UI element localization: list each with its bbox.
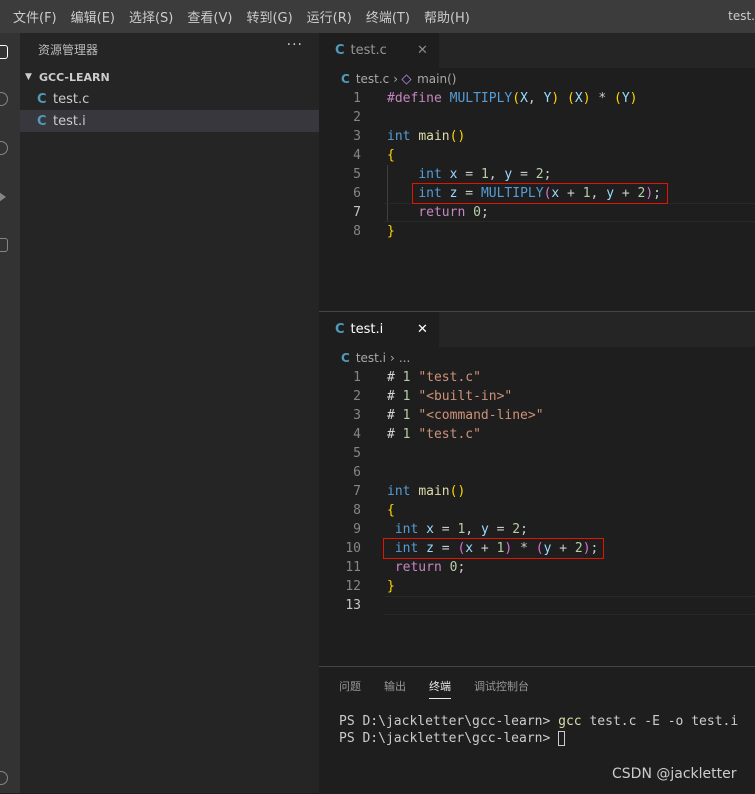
code-line: 9 int x = 1, y = 2;: [353, 522, 528, 537]
breadcrumb: C test.c › main(): [319, 68, 755, 90]
tab-label: test.i: [350, 322, 384, 337]
code-area[interactable]: 1 #define MULTIPLY(X, Y) (X) * (Y) 2 3 int…: [319, 89, 755, 241]
tab-test-i[interactable]: C test.i ✕: [319, 312, 439, 347]
menu-file[interactable]: 文件(F): [0, 7, 64, 26]
code-line: 8{: [353, 503, 395, 518]
code-line: 8}: [353, 224, 395, 239]
code-line: 1 # 1 "test.c": [353, 370, 481, 385]
close-icon[interactable]: ✕: [417, 43, 428, 58]
menu-view[interactable]: 查看(V): [180, 7, 239, 26]
explorer-sidebar: 资源管理器 ··· ▼ GCC-LEARN C test.c C test.i: [20, 33, 319, 793]
code-line: 12}: [345, 579, 395, 594]
panel-tabs: 问题 输出 终端 调试控制台: [339, 678, 552, 699]
activity-bar: [0, 33, 20, 793]
code-line-current: 13: [319, 596, 755, 615]
c-file-icon: C: [335, 322, 345, 337]
breadcrumb-symbol[interactable]: main(): [417, 72, 456, 86]
folder-gcc-learn[interactable]: ▼ GCC-LEARN: [20, 67, 319, 87]
code-line: 5: [353, 446, 361, 461]
menu-selection[interactable]: 选择(S): [122, 7, 180, 26]
code-line: 4 # 1 "test.c": [353, 427, 481, 442]
code-line: 3 int main(): [353, 129, 466, 144]
code-line: 3 # 1 "<command-line>": [353, 408, 544, 423]
code-line: 5 int x = 1, y = 2;: [353, 167, 552, 182]
code-line: 6: [353, 465, 361, 480]
code-line: 2 # 1 "<built-in>": [353, 389, 513, 404]
method-symbol-icon: [401, 73, 412, 85]
search-icon[interactable]: [0, 92, 8, 106]
tab-output[interactable]: 输出: [384, 678, 406, 699]
chevron-right-icon: ›: [390, 351, 395, 365]
menu-bar: 文件(F) 编辑(E) 选择(S) 查看(V) 转到(G) 运行(R) 终端(T…: [0, 0, 755, 33]
c-file-icon: C: [341, 72, 350, 86]
code-line-current: 7 return 0;: [319, 203, 755, 222]
breadcrumb-file[interactable]: test.c: [356, 72, 389, 86]
explorer-icon[interactable]: [0, 45, 8, 59]
code-line: 1 #define MULTIPLY(X, Y) (X) * (Y): [353, 91, 638, 106]
terminal-line: PS D:\jackletter\gcc-learn>: [339, 730, 738, 747]
tab-bar: C test.c ✕: [319, 33, 755, 68]
code-line: 7 int main(): [353, 484, 466, 499]
watermark: CSDN @jackletter: [612, 766, 737, 782]
file-name: test.i: [53, 113, 86, 129]
chevron-right-icon: ›: [393, 72, 399, 86]
account-icon[interactable]: [0, 771, 8, 785]
terminal-cursor: [558, 731, 566, 746]
breadcrumb: C test.i › ...: [319, 347, 755, 369]
editor-test-c: C test.c ✕ C test.c › main() 1 #define MU…: [319, 33, 755, 311]
highlight-box: [383, 538, 604, 559]
file-name: test.c: [53, 91, 90, 107]
terminal-line: PS D:\jackletter\gcc-learn> gcc test.c -…: [339, 714, 739, 729]
breadcrumb-more[interactable]: ...: [399, 351, 410, 365]
window-title: test.: [728, 9, 755, 23]
menu-go[interactable]: 转到(G): [239, 7, 299, 26]
highlight-box: [412, 183, 668, 204]
run-debug-icon[interactable]: [0, 190, 10, 204]
c-file-icon: C: [37, 113, 47, 129]
tab-test-c[interactable]: C test.c ✕: [319, 33, 439, 68]
menu-help[interactable]: 帮助(H): [417, 7, 477, 26]
code-area[interactable]: 1 # 1 "test.c" 2 # 1 "<built-in>" 3 # 1 "<c…: [319, 368, 755, 615]
tab-terminal[interactable]: 终端: [429, 678, 451, 699]
code-line: 2: [353, 110, 361, 125]
menu-edit[interactable]: 编辑(E): [64, 7, 122, 26]
code-line: 11 return 0;: [345, 560, 466, 575]
menu-run[interactable]: 运行(R): [300, 7, 359, 26]
editor-test-i: C test.i ✕ C test.i › ... 1 # 1 "test.c" …: [319, 312, 755, 666]
breadcrumb-file[interactable]: test.i: [356, 351, 386, 365]
tab-problems[interactable]: 问题: [339, 678, 361, 699]
folder-name: GCC-LEARN: [39, 70, 110, 84]
explorer-title: 资源管理器: [38, 43, 99, 57]
tab-bar: C test.i ✕: [319, 312, 755, 347]
c-file-icon: C: [37, 91, 47, 107]
close-icon[interactable]: ✕: [417, 322, 428, 337]
c-file-icon: C: [341, 351, 350, 365]
tab-label: test.c: [350, 43, 387, 58]
chevron-down-icon: ▼: [25, 72, 32, 82]
code-line: 4{: [353, 148, 395, 163]
source-control-icon[interactable]: [0, 141, 8, 155]
terminal[interactable]: PS D:\jackletter\gcc-learn> gcc test.c -…: [339, 713, 738, 747]
tab-debug-console[interactable]: 调试控制台: [474, 678, 529, 699]
extensions-icon[interactable]: [0, 238, 8, 252]
file-item-test-c[interactable]: C test.c: [20, 88, 319, 110]
file-item-test-i[interactable]: C test.i: [20, 110, 319, 132]
menu-terminal[interactable]: 终端(T): [359, 7, 417, 26]
c-file-icon: C: [335, 43, 345, 58]
more-actions-icon[interactable]: ···: [287, 37, 303, 53]
